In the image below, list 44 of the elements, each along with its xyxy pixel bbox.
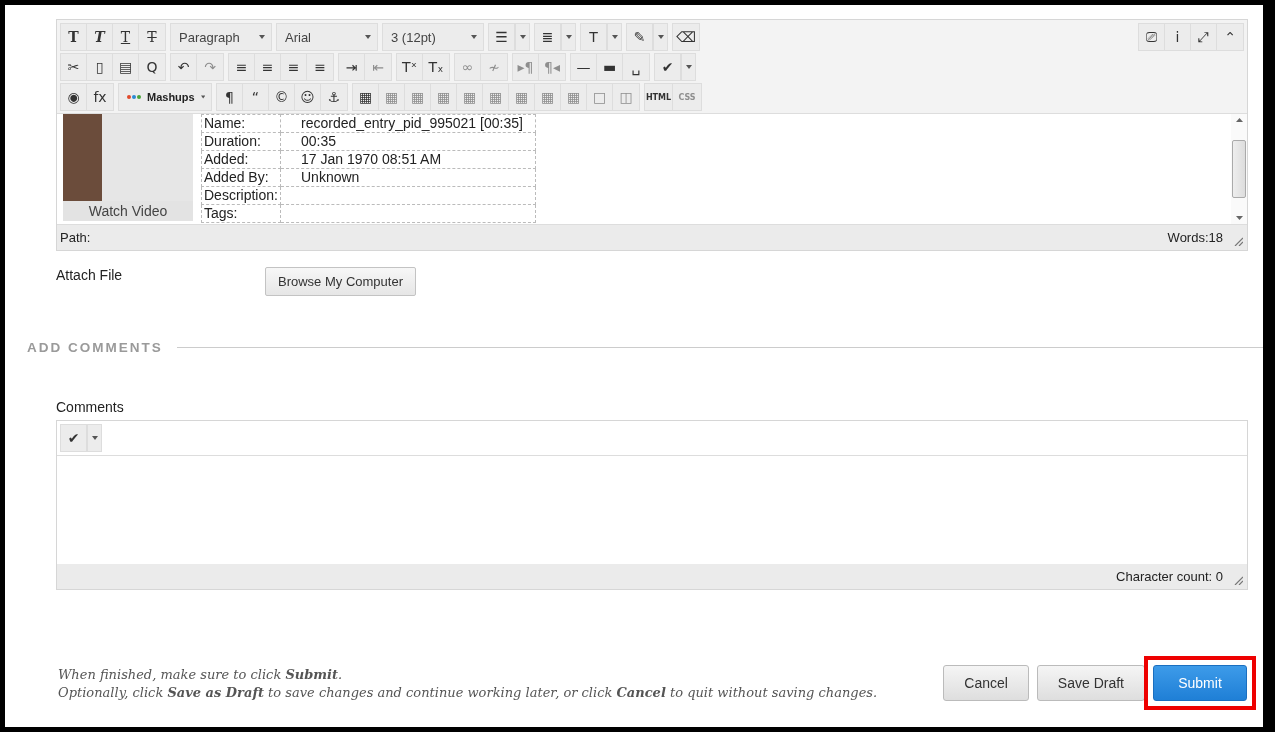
comments-label: Comments: [56, 399, 125, 415]
table-cell: 00:35: [280, 132, 536, 151]
caret-icon: [685, 65, 692, 69]
dots-icon: [127, 95, 141, 99]
caret-icon: [365, 35, 371, 39]
action-button[interactable]: Submit: [1153, 665, 1247, 701]
dropdown-button[interactable]: [515, 24, 529, 50]
watch-video-link[interactable]: Watch Video: [63, 201, 193, 221]
table-cell: Name:: [201, 114, 281, 133]
action-button[interactable]: Save Draft: [1036, 665, 1145, 701]
instruction-text: Optionally, click Save as Draft to save changes and continue working later, or click Cancel to quit without saving changes.: [58, 684, 878, 702]
caret-icon: [657, 35, 664, 39]
dropdown-button[interactable]: [561, 24, 575, 50]
path-label: Path:: [60, 230, 91, 245]
table-cell: Unknown: [280, 168, 536, 187]
table-cell: Tags:: [201, 204, 281, 223]
resize-grip-icon[interactable]: [1233, 574, 1243, 585]
action-button[interactable]: Cancel: [943, 665, 1029, 701]
instruction-text: When finished, make sure to click Submit.: [58, 666, 344, 684]
table-cell: Added:: [201, 150, 281, 169]
caret-icon: [259, 35, 265, 39]
caret-icon: [611, 35, 618, 39]
character-count: Character count: 0: [1116, 569, 1223, 584]
table-cell: Added By:: [201, 168, 281, 187]
dropdown-button[interactable]: [87, 425, 101, 451]
caret-icon: [200, 95, 205, 99]
dropdown-button[interactable]: [607, 24, 621, 50]
scrollbar-drawing[interactable]: [1231, 114, 1247, 224]
table-cell: Duration:: [201, 132, 281, 151]
resize-grip-icon[interactable]: [1233, 235, 1243, 246]
table-cell: Description:: [201, 186, 281, 205]
browse-button[interactable]: Browse My Computer: [265, 267, 416, 296]
section-heading: ADD COMMENTS: [27, 340, 163, 355]
caret-icon: [471, 35, 477, 39]
attach-file-label: Attach File: [56, 267, 124, 283]
dropdown-button[interactable]: [681, 54, 695, 80]
word-count: Words:18: [1167, 230, 1223, 245]
caret-icon: [91, 436, 98, 440]
table-cell: recorded_entry_pid_995021 [00:35]: [280, 114, 536, 133]
caret-icon: [565, 35, 572, 39]
dropdown-button[interactable]: [653, 24, 667, 50]
table-cell: 17 Jan 1970 08:51 AM: [280, 150, 536, 169]
toolbar-button[interactable]: HTML: [645, 84, 673, 110]
caret-icon: [519, 35, 526, 39]
